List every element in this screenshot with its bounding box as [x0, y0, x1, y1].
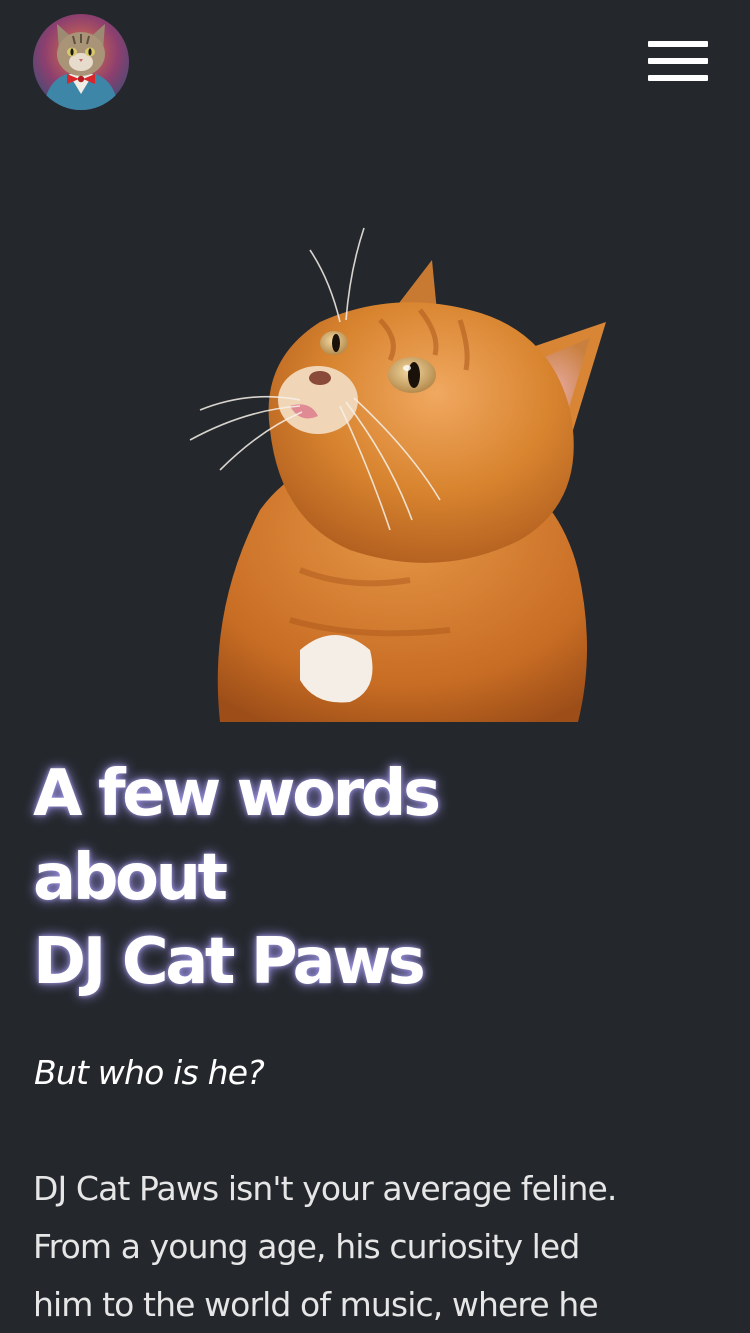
menu-bar — [648, 58, 708, 64]
paragraph-line: him to the world of music, where he — [33, 1285, 599, 1324]
hamburger-menu-icon[interactable] — [642, 38, 714, 86]
title-line: about — [33, 841, 228, 915]
orange-cat-photo — [189, 227, 606, 722]
paragraph-line: From a young age, his curiosity led — [33, 1227, 580, 1266]
title-line: DJ Cat Paws — [33, 925, 426, 999]
site-header — [0, 0, 750, 125]
paragraph-line: DJ Cat Paws isn't your average feline. — [33, 1169, 617, 1208]
menu-bar — [648, 75, 708, 81]
menu-bar — [648, 41, 708, 47]
title-line: A few words — [33, 757, 441, 831]
about-subtitle: But who is he? — [34, 1053, 265, 1092]
hero-cat-image — [150, 210, 620, 722]
about-title: A few words about DJ Cat Paws — [33, 752, 713, 1004]
cat-avatar-icon[interactable] — [33, 14, 129, 110]
about-paragraph: DJ Cat Paws isn't your average feline. F… — [33, 1160, 723, 1333]
avatar-image — [33, 14, 129, 110]
